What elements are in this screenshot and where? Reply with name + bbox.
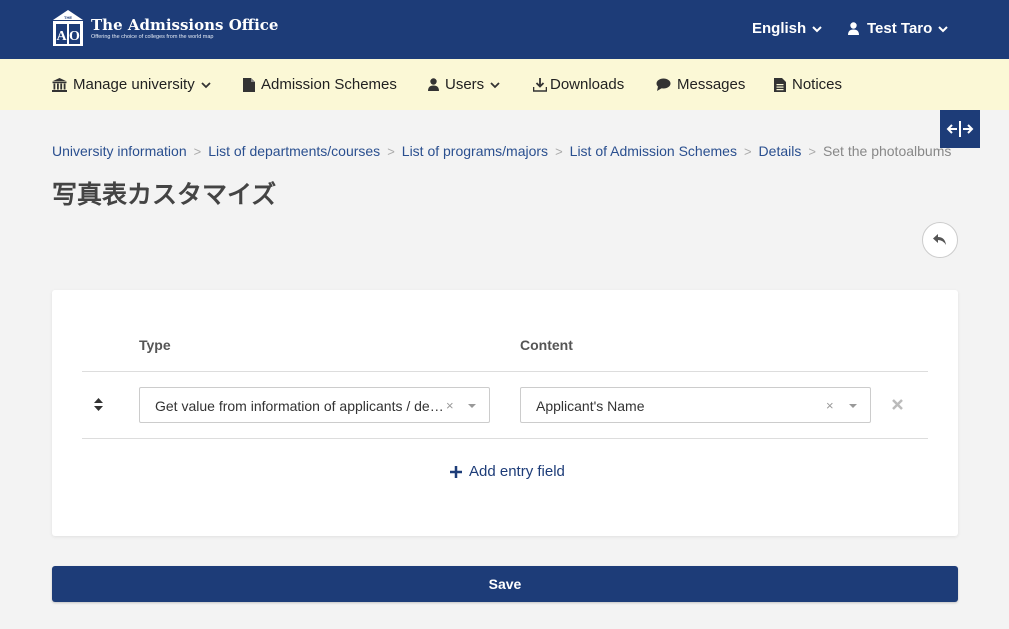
nav-item-downloads[interactable]: Downloads [533, 59, 624, 110]
nav-label: Notices [792, 76, 843, 93]
chevron-down-icon [468, 404, 476, 408]
page-title: 写真表カスタマイズ [52, 181, 277, 209]
breadcrumb-separator: > [808, 143, 816, 159]
chevron-down-icon [490, 76, 506, 93]
comment-icon [656, 78, 671, 91]
nav-label: Users [445, 76, 485, 93]
file-icon [243, 77, 255, 92]
chevron-down-icon [201, 76, 217, 93]
breadcrumb-programs[interactable]: List of programs/majors [402, 143, 548, 159]
content-select[interactable]: Applicant's Name × [520, 387, 871, 423]
language-selector[interactable]: English [752, 20, 822, 37]
breadcrumb-details[interactable]: Details [759, 143, 802, 159]
nav-label: Admission Schemes [261, 76, 397, 93]
type-select-value: Get value from information of applicants… [155, 398, 450, 414]
download-icon [533, 77, 547, 92]
add-entry-field-button[interactable]: Add entry field [450, 463, 565, 480]
logo[interactable]: A O THE The Admissions Office Offering t… [52, 10, 278, 46]
nav-item-admission-schemes[interactable]: Admission Schemes [243, 59, 397, 110]
content-clear-icon[interactable]: × [826, 398, 834, 413]
save-button[interactable]: Save [52, 566, 958, 602]
plus-icon [450, 465, 462, 478]
breadcrumb-current: Set the photoalbums [822, 143, 952, 159]
nav-item-messages[interactable]: Messages [656, 59, 745, 110]
expand-horizontal-icon [946, 121, 974, 137]
header-divider [82, 371, 928, 372]
nav-item-users[interactable]: Users [428, 59, 506, 110]
logo-tagline: Offering the choice of colleges from the… [91, 33, 214, 40]
nav-label: Manage university [73, 76, 195, 93]
nav-label: Messages [677, 76, 746, 93]
remove-row-icon[interactable] [892, 397, 903, 415]
svg-text:O: O [69, 29, 80, 44]
logo-title: The Admissions Office [91, 15, 279, 34]
logo-mark-icon: A O THE [52, 10, 84, 46]
breadcrumb-separator: > [555, 143, 563, 159]
sort-handle-icon[interactable] [94, 398, 103, 416]
column-header-content: Content [520, 337, 573, 353]
breadcrumb: University information > List of departm… [52, 143, 951, 159]
column-header-type: Type [139, 337, 171, 353]
user-icon [848, 22, 859, 35]
breadcrumb-admission-schemes[interactable]: List of Admission Schemes [570, 143, 737, 159]
user-name: Test Taro [867, 20, 933, 37]
photoalbum-fields-card: Type Content Get value from information … [52, 290, 958, 536]
reply-arrow-icon [933, 234, 946, 245]
breadcrumb-university-information[interactable]: University information [52, 143, 187, 159]
type-clear-icon[interactable]: × [446, 398, 454, 413]
breadcrumb-separator: > [387, 143, 395, 159]
chevron-down-icon [938, 20, 949, 37]
language-label: English [752, 20, 807, 37]
chevron-down-icon [812, 20, 822, 37]
nav-item-notices[interactable]: Notices [774, 59, 842, 110]
user-icon [428, 78, 439, 91]
breadcrumb-separator: > [193, 143, 202, 159]
top-header: A O THE The Admissions Office Offering t… [0, 0, 1009, 59]
user-menu[interactable]: Test Taro [848, 20, 949, 37]
add-entry-label: Add entry field [469, 463, 565, 480]
svg-text:A: A [56, 29, 67, 44]
university-icon [52, 77, 67, 92]
type-select[interactable]: Get value from information of applicants… [139, 387, 490, 423]
row-divider [82, 438, 928, 439]
main-nav: Manage university Admission Schemes User… [0, 59, 1009, 110]
svg-text:THE: THE [64, 15, 72, 20]
nav-label: Downloads [550, 76, 625, 93]
file-text-icon [774, 77, 786, 92]
breadcrumb-separator: > [743, 143, 752, 159]
content-select-value: Applicant's Name [536, 398, 645, 414]
breadcrumb-departments[interactable]: List of departments/courses [208, 143, 380, 159]
chevron-down-icon [849, 404, 857, 408]
back-button[interactable] [922, 222, 958, 258]
nav-item-manage-university[interactable]: Manage university [52, 59, 217, 110]
